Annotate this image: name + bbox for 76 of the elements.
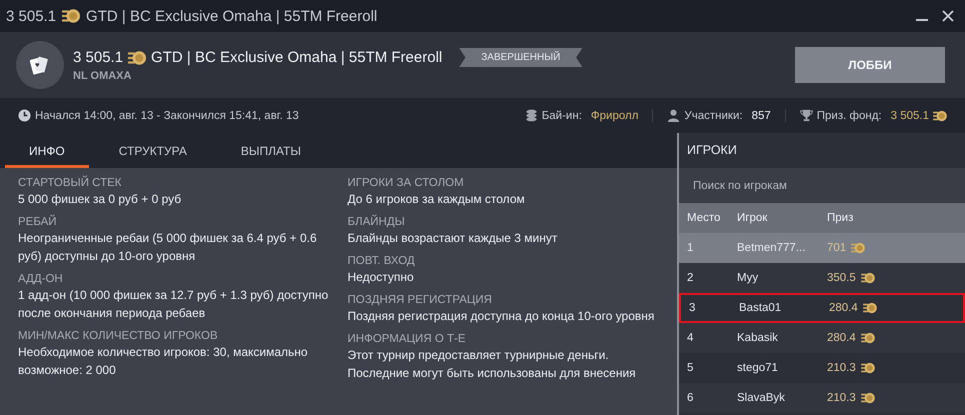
info-label: Участники: xyxy=(684,110,743,122)
minimize-icon xyxy=(916,19,928,21)
info-value: Неограниченные ребаи (5 000 фишек за 6.4 руб + 0.6 руб) доступны до 10-ого уровня xyxy=(18,230,318,265)
place-cell-text: 5 xyxy=(686,362,694,374)
place-cell-text: 4 xyxy=(686,332,694,344)
coin-icon xyxy=(860,392,875,404)
info-value: Необходимое количество игроков: 30, максимально возможное: 2 000 xyxy=(18,344,309,379)
info-value: 1 адд-он (10 000 фишек за 12.7 руб + 1.3 руб) доступно после окончания периода ребаев xyxy=(18,287,330,322)
info-value: 5 000 фишек за 0 руб + 0 руб xyxy=(18,191,182,208)
panel-title: ИГРОКИ xyxy=(686,142,738,159)
player-cell-text: Betmen777... xyxy=(737,242,806,254)
player-row[interactable]: 4 Kabasik 280.4 xyxy=(679,323,965,353)
coins-stack-icon xyxy=(524,109,538,122)
coin-icon xyxy=(128,50,146,66)
tournament-title: GTD | BC Exclusive Omaha | 55TM Freeroll xyxy=(151,49,442,66)
player-cell-text: Kabasik xyxy=(737,332,779,344)
place-cell-text: 1 xyxy=(686,242,694,254)
clock-icon xyxy=(18,109,31,122)
column-header: Приз xyxy=(826,212,854,224)
coin-icon xyxy=(862,302,877,314)
player-cell-text: stego71 xyxy=(737,362,779,374)
tournament-title: 3 505.1 xyxy=(73,49,124,66)
info-label: АДД-ОН xyxy=(18,272,64,286)
cards-icon xyxy=(16,41,64,89)
info-label: БЛАЙНДЫ xyxy=(348,215,406,229)
prize-cell: 280.4 xyxy=(827,332,856,344)
trophy-icon xyxy=(800,109,813,122)
info-value: Фриролл xyxy=(590,110,638,122)
window-title: GTD | BC Exclusive Omaha | 55TM Freeroll xyxy=(86,8,378,24)
window-title: 3 505.1 xyxy=(6,8,56,24)
info-label: ИГРОКИ ЗА СТОЛОМ xyxy=(348,176,465,190)
player-cell-text: SlavaByk xyxy=(737,392,786,404)
info-label: ПОВТ. ВХОД xyxy=(348,254,416,268)
info-value: Недоступно xyxy=(348,269,415,286)
coin-icon xyxy=(860,272,875,284)
person-icon xyxy=(667,109,680,122)
prize-cell: 210.3 xyxy=(827,362,856,374)
player-row[interactable]: 2 Myy 350.5 xyxy=(679,263,965,293)
prize-cell: 350.5 xyxy=(827,272,856,284)
tab[interactable]: ВЫПЛАТЫ xyxy=(216,133,326,168)
info-value: Блайнды возрастают каждые 3 минут xyxy=(348,230,558,247)
info-value: 3 505.1 xyxy=(890,110,929,122)
tournament-time: Начался 14:00, авг. 13 - Закончился 15:41, авг. 13 xyxy=(35,110,299,122)
prize-cell: 701 xyxy=(827,242,846,254)
coin-icon xyxy=(933,110,947,122)
player-cell-text: Basta01 xyxy=(739,302,782,314)
info-value: До 6 игроков за каждым столом xyxy=(348,191,526,208)
prize-cell: 280.4 xyxy=(829,302,858,314)
info-label: Бай-ин: xyxy=(542,110,582,122)
close-icon xyxy=(942,10,954,22)
info-value: 857 xyxy=(752,110,771,122)
column-header: Игрок xyxy=(737,212,768,224)
info-label: ИНФОРМАЦИЯ О Т-Е xyxy=(348,332,466,346)
info-label: МИН/МАКС КОЛИЧЕСТВО ИГРОКОВ xyxy=(18,329,219,343)
coin-icon xyxy=(860,362,875,374)
info-label: Приз. фонд: xyxy=(816,110,882,122)
place-cell-text: 3 xyxy=(688,302,696,314)
coin-icon xyxy=(851,242,866,254)
info-value: Поздняя регистрация доступна до конца 10-ого уровня xyxy=(348,308,656,325)
place-cell-text: 6 xyxy=(686,392,694,404)
tab[interactable]: СТРУКТУРА xyxy=(94,133,211,168)
game-type: NL OMAXA xyxy=(73,70,132,82)
prize-cell: 210.3 xyxy=(827,392,856,404)
place-cell-text: 2 xyxy=(686,272,694,284)
column-header: Место xyxy=(686,212,722,224)
info-label: ПОЗДНЯЯ РЕГИСТРАЦИЯ xyxy=(348,293,493,307)
coin-icon xyxy=(62,8,80,24)
search-field[interactable]: Поиск по игрокам xyxy=(679,168,965,203)
info-value: Этот турнир предоставляет турнирные деньги. Последние могут быть использованы для внесения xyxy=(348,347,637,382)
info-label: СТАРТОВЫЙ СТЕК xyxy=(18,176,122,190)
status-badge: ЗАВЕРШЕННЫЙ xyxy=(459,48,582,67)
player-cell-text: Myy xyxy=(737,272,760,284)
player-row[interactable]: 6 SlavaByk 210.3 xyxy=(679,383,965,413)
player-row[interactable]: 3 Basta01 280.4 xyxy=(679,293,965,323)
info-label: РЕБАЙ xyxy=(18,215,58,229)
coin-icon xyxy=(860,332,875,344)
